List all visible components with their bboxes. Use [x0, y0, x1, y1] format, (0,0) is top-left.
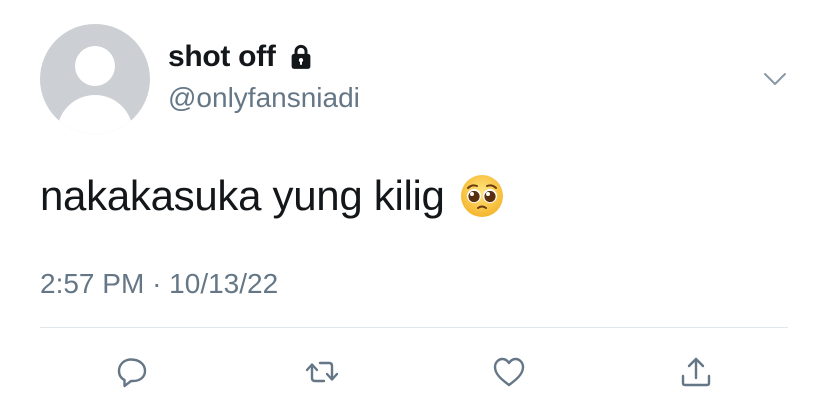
display-name[interactable]: shot off — [168, 40, 276, 74]
reply-icon — [117, 358, 147, 388]
divider — [40, 327, 788, 328]
tweet-text-content: nakakasuka yung kilig — [40, 172, 445, 219]
avatar-body-shape — [57, 95, 133, 134]
avatar-head-shape — [75, 46, 115, 86]
tweet-date: 10/13/22 — [169, 268, 279, 299]
avatar[interactable] — [40, 24, 150, 134]
share-icon — [681, 357, 711, 387]
share-button[interactable] — [677, 353, 715, 391]
author-name-row: shot off — [168, 40, 316, 74]
retweet-icon — [305, 361, 339, 383]
tweet-time: 2:57 PM — [40, 268, 145, 299]
retweet-button[interactable] — [303, 353, 341, 391]
user-handle[interactable]: @onlyfansniadi — [168, 82, 360, 114]
pleading-face-icon — [459, 173, 505, 219]
timestamp-separator: · — [152, 268, 162, 299]
lock-icon — [286, 42, 316, 72]
tweet-timestamp[interactable]: 2:57 PM · 10/13/22 — [40, 268, 278, 300]
tweet-text: nakakasuka yung kilig — [40, 172, 505, 220]
like-icon — [493, 357, 525, 387]
like-button[interactable] — [490, 353, 528, 391]
reply-button[interactable] — [113, 353, 151, 391]
chevron-down-icon[interactable] — [762, 66, 788, 92]
